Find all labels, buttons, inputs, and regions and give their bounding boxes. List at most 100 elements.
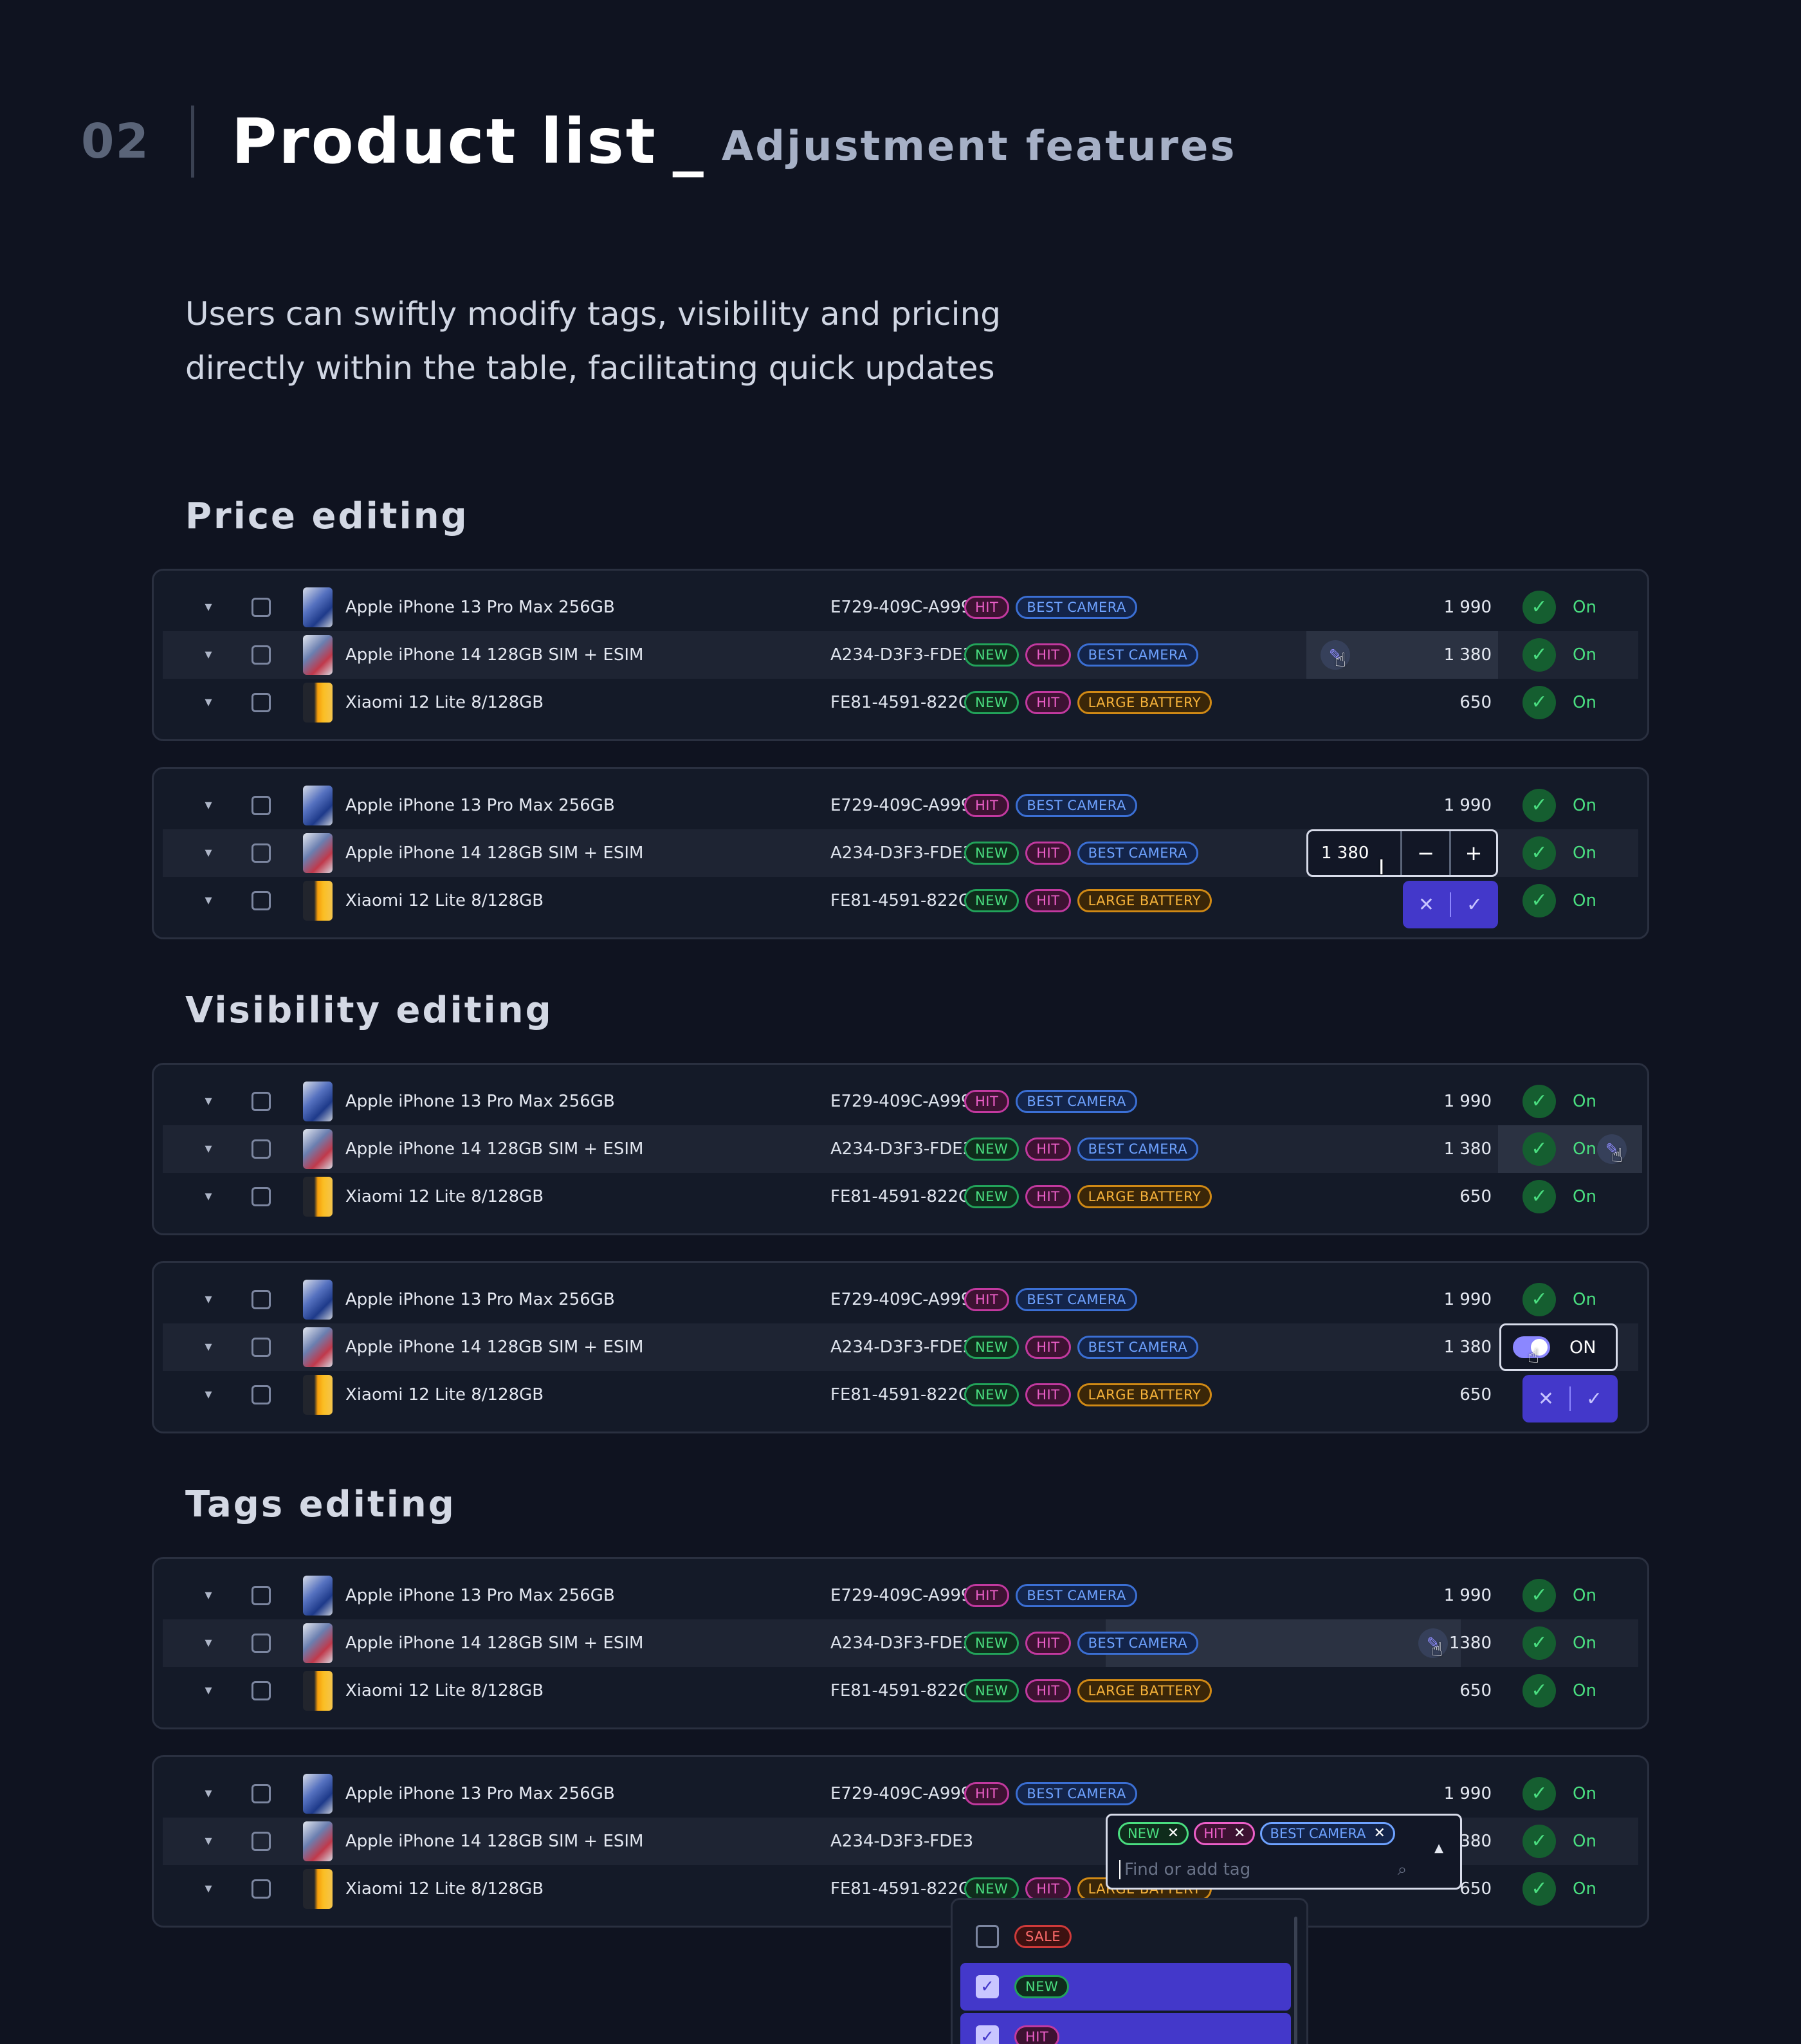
price-confirm-bar[interactable]: ✕ ✓ [1403, 881, 1498, 928]
price-input[interactable]: 1 380 [1308, 831, 1402, 875]
row-checkbox[interactable] [251, 1784, 271, 1803]
chevron-down-icon[interactable]: ▾ [199, 1634, 218, 1653]
chevron-down-icon[interactable]: ▾ [199, 843, 218, 863]
selected-tag-chip[interactable]: NEW ✕ [1118, 1822, 1189, 1845]
product-name[interactable]: Xiaomi 12 Lite 8/128GB [345, 679, 544, 726]
tags-dropdown[interactable]: SALE ✓ NEW ✓ HIT [951, 1898, 1308, 2044]
check-icon[interactable]: ✓ [976, 2025, 999, 2044]
row-checkbox[interactable] [251, 1187, 271, 1206]
tag-search-input[interactable] [1119, 1860, 1389, 1879]
row-checkbox[interactable] [251, 1290, 271, 1309]
product-name[interactable]: Apple iPhone 13 Pro Max 256GB [345, 782, 615, 829]
product-status[interactable]: ✓ On [1522, 1132, 1596, 1166]
row-checkbox[interactable] [251, 1879, 271, 1899]
product-status[interactable]: ✓ On [1522, 1085, 1596, 1118]
product-tags[interactable]: HIT BEST CAMERA [964, 782, 1137, 829]
product-status[interactable]: ✓ On [1522, 884, 1596, 917]
product-tags[interactable]: HIT BEST CAMERA [964, 584, 1137, 631]
chevron-down-icon[interactable]: ▾ [199, 891, 218, 910]
product-tags[interactable]: HIT BEST CAMERA [964, 1770, 1137, 1818]
product-tags[interactable]: NEW HIT LARGE BATTERY [964, 1173, 1212, 1220]
dropdown-scrollbar[interactable] [1294, 1917, 1297, 2044]
row-checkbox[interactable] [251, 796, 271, 815]
product-price[interactable]: 650 [1459, 679, 1492, 726]
product-name[interactable]: Apple iPhone 14 128GB SIM + ESIM [345, 1323, 643, 1371]
product-name[interactable]: Xiaomi 12 Lite 8/128GB [345, 1173, 544, 1220]
visibility-toggle-editor[interactable]: ON [1499, 1323, 1618, 1371]
chevron-down-icon[interactable]: ▾ [199, 598, 218, 617]
table-row[interactable]: ▾ Apple iPhone 14 128GB SIM + ESIM A234-… [163, 829, 1638, 879]
check-icon[interactable]: ✓ [976, 1975, 999, 1998]
table-row[interactable]: ▾ Apple iPhone 13 Pro Max 256GB E729-409… [163, 782, 1638, 829]
apply-button[interactable]: ✓ [1571, 1388, 1618, 1410]
product-status[interactable]: ✓ On [1522, 1579, 1596, 1612]
row-checkbox[interactable] [251, 1681, 271, 1700]
close-icon[interactable]: ✕ [1234, 1824, 1245, 1843]
table-row[interactable]: ▾ Apple iPhone 14 128GB SIM + ESIM A234-… [163, 1814, 1638, 1890]
product-name[interactable]: Apple iPhone 14 128GB SIM + ESIM [345, 1619, 643, 1667]
row-checkbox[interactable] [251, 693, 271, 712]
product-tags[interactable]: HIT BEST CAMERA [964, 1078, 1137, 1125]
chevron-down-icon[interactable]: ▾ [199, 1187, 218, 1206]
chevron-down-icon[interactable]: ▾ [199, 1681, 218, 1700]
product-price[interactable]: 1 380 [1444, 1323, 1492, 1371]
row-checkbox[interactable] [251, 598, 271, 617]
product-price[interactable]: 650 [1459, 1371, 1492, 1419]
selected-tag-chip[interactable]: HIT ✕ [1194, 1822, 1256, 1845]
product-price[interactable]: 1 990 [1444, 1770, 1492, 1818]
product-status[interactable]: ✓ On [1522, 638, 1596, 672]
product-name[interactable]: Apple iPhone 13 Pro Max 256GB [345, 1078, 615, 1125]
chevron-down-icon[interactable]: ▾ [199, 1385, 218, 1404]
table-row[interactable]: ▾ Xiaomi 12 Lite 8/128GB FE81-4591-822C … [163, 877, 1638, 928]
product-tags[interactable]: NEW HIT BEST CAMERA [964, 631, 1199, 679]
table-row[interactable]: ▾ Apple iPhone 13 Pro Max 256GB E729-409… [163, 584, 1638, 631]
row-checkbox[interactable] [251, 1338, 271, 1357]
product-price[interactable]: 1 380 [1444, 631, 1492, 679]
chevron-down-icon[interactable]: ▾ [199, 1338, 218, 1357]
product-price[interactable]: 1 990 [1444, 1078, 1492, 1125]
tag-option-sale[interactable]: SALE [960, 1913, 1291, 1960]
chevron-down-icon[interactable]: ▾ [199, 1139, 218, 1159]
product-status[interactable]: ✓ On [1522, 1180, 1596, 1213]
row-checkbox[interactable] [251, 1139, 271, 1159]
close-icon[interactable]: ✕ [1373, 1824, 1385, 1843]
product-name[interactable]: Xiaomi 12 Lite 8/128GB [345, 877, 544, 925]
chevron-down-icon[interactable]: ▾ [199, 693, 218, 712]
chevron-up-icon[interactable]: ▲ [1434, 1841, 1443, 1855]
cancel-button[interactable]: ✕ [1522, 1388, 1569, 1410]
product-price[interactable]: 650 [1459, 1173, 1492, 1220]
row-checkbox[interactable] [251, 1092, 271, 1111]
table-row[interactable]: ▾ Apple iPhone 14 128GB SIM + ESIM A234-… [163, 1125, 1642, 1173]
chevron-down-icon[interactable]: ▾ [199, 1092, 218, 1111]
close-icon[interactable]: ✕ [1167, 1824, 1179, 1843]
product-name[interactable]: Xiaomi 12 Lite 8/128GB [345, 1865, 544, 1913]
product-tags[interactable]: HIT BEST CAMERA [964, 1276, 1137, 1323]
product-name[interactable]: Apple iPhone 14 128GB SIM + ESIM [345, 1125, 643, 1173]
row-checkbox[interactable] [251, 1832, 271, 1851]
product-status[interactable]: ✓ On [1522, 1674, 1596, 1708]
table-row[interactable]: ▾ Apple iPhone 14 128GB SIM + ESIM A234-… [163, 1323, 1638, 1371]
table-row[interactable]: ▾ Xiaomi 12 Lite 8/128GB FE81-4591-822C … [163, 1371, 1638, 1423]
product-name[interactable]: Apple iPhone 13 Pro Max 256GB [345, 1276, 615, 1323]
tags-editor[interactable]: NEW ✕ HIT ✕ BEST CAMERA ✕ ⌕ ▲ [1106, 1814, 1462, 1890]
tag-option-new[interactable]: ✓ NEW [960, 1963, 1291, 2011]
product-name[interactable]: Apple iPhone 14 128GB SIM + ESIM [345, 829, 643, 877]
product-status[interactable]: ✓ On [1522, 1777, 1596, 1810]
cancel-button[interactable]: ✕ [1403, 894, 1450, 916]
product-status[interactable]: ✓ On [1522, 686, 1596, 719]
product-price[interactable]: 1380 [1449, 1619, 1492, 1667]
selected-tag-chip[interactable]: BEST CAMERA ✕ [1260, 1822, 1395, 1845]
chevron-down-icon[interactable]: ▾ [199, 796, 218, 815]
table-row[interactable]: ▾ Apple iPhone 14 128GB SIM + ESIM A234-… [163, 1619, 1638, 1667]
chevron-down-icon[interactable]: ▾ [199, 1879, 218, 1899]
product-status[interactable]: ✓ On [1522, 789, 1596, 822]
table-row[interactable]: ▾ Apple iPhone 13 Pro Max 256GB E729-409… [163, 1078, 1638, 1125]
product-tags[interactable]: NEW HIT LARGE BATTERY [964, 679, 1212, 726]
row-checkbox[interactable] [251, 1586, 271, 1605]
product-tags[interactable]: NEW HIT LARGE BATTERY [964, 1371, 1212, 1419]
row-checkbox[interactable] [251, 645, 271, 665]
row-checkbox[interactable] [251, 843, 271, 863]
product-name[interactable]: Apple iPhone 13 Pro Max 256GB [345, 1572, 615, 1619]
chevron-down-icon[interactable]: ▾ [199, 645, 218, 665]
increment-button[interactable]: + [1449, 831, 1496, 875]
